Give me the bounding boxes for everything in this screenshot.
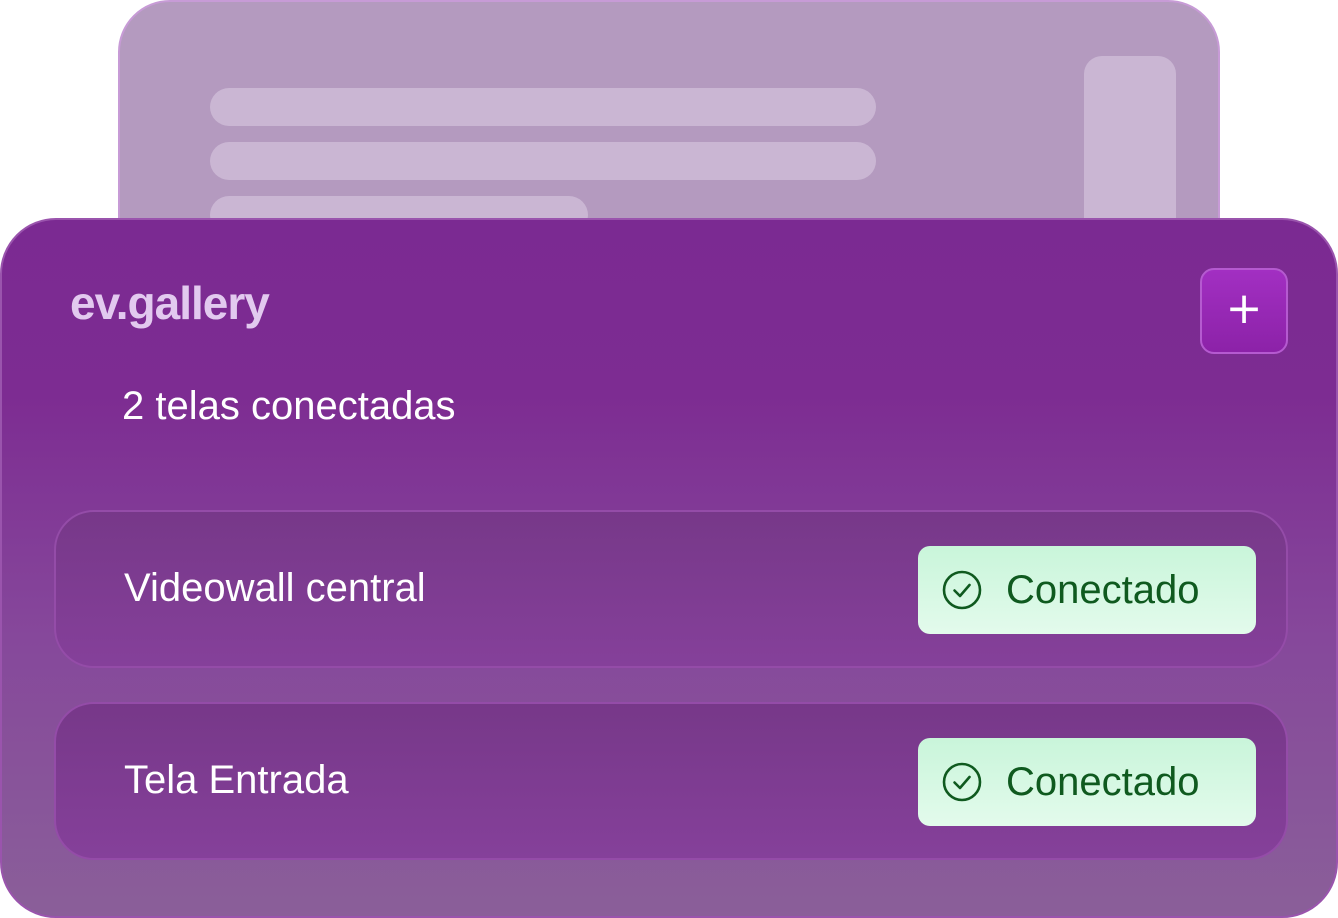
add-screen-button[interactable]: + — [1200, 268, 1288, 354]
status-badge: Conectado — [918, 738, 1256, 826]
placeholder-line — [210, 88, 876, 126]
check-circle-icon — [942, 570, 982, 610]
connected-screens-count: 2 telas conectadas — [122, 384, 456, 428]
screen-name: Tela Entrada — [124, 758, 349, 802]
check-circle-icon — [942, 762, 982, 802]
placeholder-line — [210, 142, 876, 180]
status-badge: Conectado — [918, 546, 1256, 634]
screen-item[interactable]: Tela Entrada Conectado — [54, 702, 1288, 860]
brand-logo: ev.gallery — [70, 277, 270, 329]
screen-name: Videowall central — [124, 566, 426, 610]
status-label: Conectado — [1006, 568, 1200, 612]
plus-icon: + — [1225, 283, 1263, 334]
screens-panel: ev.gallery + 2 telas conectadas Videowal… — [0, 218, 1338, 918]
status-label: Conectado — [1006, 760, 1200, 804]
screen-item[interactable]: Videowall central Conectado — [54, 510, 1288, 668]
